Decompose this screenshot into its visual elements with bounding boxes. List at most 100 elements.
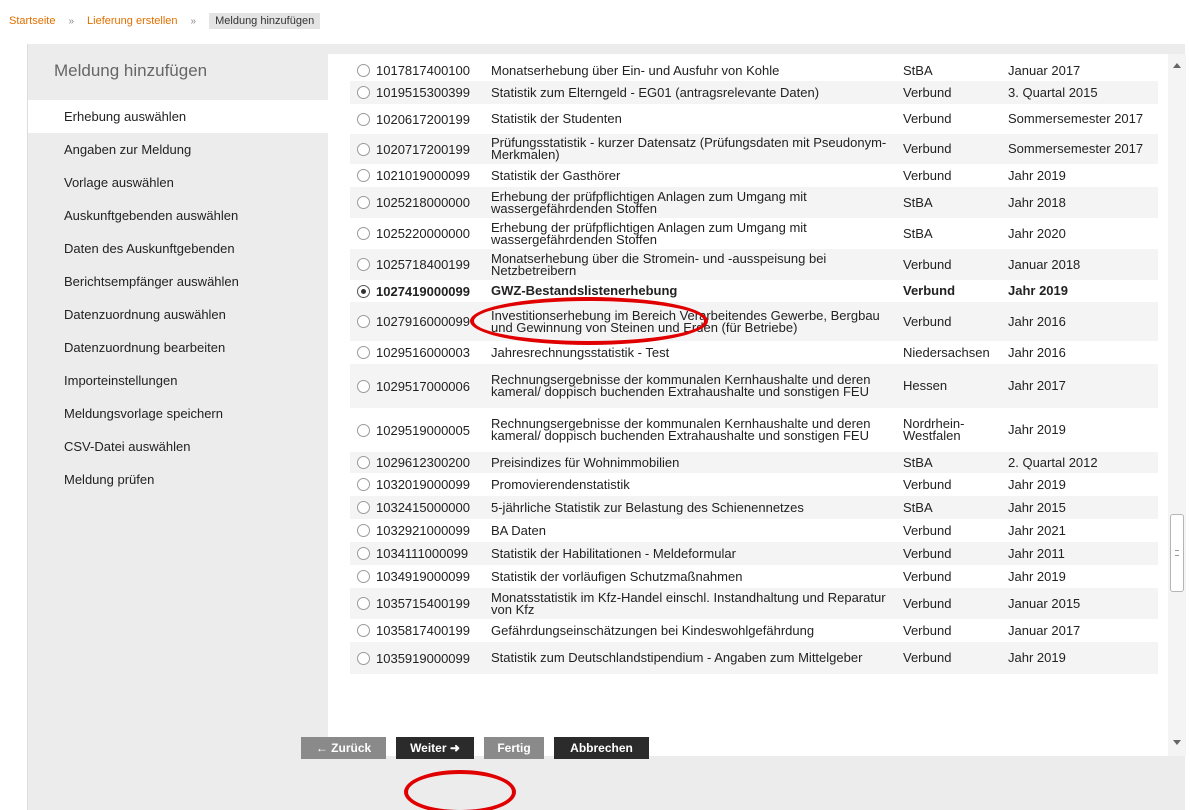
- finish-button[interactable]: Fertig: [484, 737, 544, 759]
- survey-row[interactable]: 1029612300200 Preisindizes für Wohnimmobi…: [350, 452, 1158, 473]
- survey-agency: StBA: [903, 454, 933, 470]
- survey-radio[interactable]: [357, 346, 370, 359]
- scrollbar[interactable]: [1168, 54, 1186, 756]
- step-meldung-pruefen[interactable]: Meldung prüfen: [28, 463, 328, 496]
- step-datenzuordnung-auswaehlen[interactable]: Datenzuordnung auswählen: [28, 298, 328, 331]
- survey-radio[interactable]: [357, 524, 370, 537]
- survey-period: Jahr 2020: [1008, 225, 1066, 241]
- survey-radio[interactable]: [357, 379, 370, 393]
- breadcrumb-home-link[interactable]: Startseite: [9, 15, 55, 27]
- survey-row[interactable]: 1029516000003 Jahresrechnungsstatistik - …: [350, 341, 1158, 364]
- step-erhebung-auswaehlen[interactable]: Erhebung auswählen: [28, 100, 330, 133]
- survey-period: Jahr 2019: [1008, 167, 1066, 183]
- step-importeinstellungen[interactable]: Importeinstellungen: [28, 364, 328, 397]
- survey-agency: Verbund: [903, 256, 952, 272]
- survey-row[interactable]: 1027419000099 GWZ-Bestandslistenerhebung V…: [350, 280, 1158, 302]
- survey-code: 1027916000099: [376, 314, 470, 329]
- step-daten-des-auskunftgebenden[interactable]: Daten des Auskunftgebenden: [28, 232, 328, 265]
- back-button[interactable]: ← Zurück: [301, 737, 386, 759]
- survey-row[interactable]: 1020617200199 Statistik der Studenten Verb…: [350, 104, 1158, 134]
- step-csv-datei-auswaehlen[interactable]: CSV-Datei auswählen: [28, 430, 328, 463]
- survey-row[interactable]: 1017817400100 Monatserhebung über Ein- un…: [350, 60, 1158, 81]
- step-auskunftgebenden-auswaehlen[interactable]: Auskunftgebenden auswählen: [28, 199, 328, 232]
- survey-radio[interactable]: [357, 423, 370, 437]
- survey-radio[interactable]: [357, 624, 370, 637]
- survey-code: 1021019000099: [376, 168, 470, 183]
- survey-code: 1032415000000: [376, 500, 470, 515]
- survey-row[interactable]: 1021019000099 Statistik der Gasthörer Verb…: [350, 164, 1158, 187]
- survey-radio[interactable]: [357, 86, 370, 99]
- survey-period: Jahr 2011: [1008, 545, 1065, 561]
- survey-period: Jahr 2016: [1008, 344, 1066, 360]
- survey-radio[interactable]: [357, 597, 370, 610]
- wizard-sidebar: Meldung hinzufügen Erhebung auswählen An…: [28, 44, 330, 810]
- survey-radio[interactable]: [357, 112, 370, 126]
- survey-radio[interactable]: [357, 478, 370, 491]
- survey-row[interactable]: 1035817400199 Gefährdungseinschätzungen b…: [350, 619, 1158, 642]
- survey-row[interactable]: 1025220000000 Erhebung der prüfpflichtige…: [350, 218, 1158, 249]
- step-vorlage-auswaehlen[interactable]: Vorlage auswählen: [28, 166, 328, 199]
- survey-radio[interactable]: [357, 196, 370, 209]
- survey-row[interactable]: 1035715400199 Monatsstatistik im Kfz-Hand…: [350, 588, 1158, 619]
- survey-agency: Verbund: [903, 283, 956, 298]
- survey-list-container: 1017817400100 Monatserhebung über Ein- un…: [328, 54, 1186, 756]
- survey-row[interactable]: 1019515300399 Statistik zum Elterngeld - …: [350, 81, 1158, 104]
- step-angaben-zur-meldung[interactable]: Angaben zur Meldung: [28, 133, 328, 166]
- survey-name: Prüfungsstatistik - kurzer Datensatz (Pr…: [491, 135, 887, 162]
- survey-period: Jahr 2019: [1008, 650, 1066, 665]
- survey-row[interactable]: 1027916000099 Investitionserhebung im Ber…: [350, 302, 1158, 341]
- next-button[interactable]: Weiter ➜: [396, 737, 474, 759]
- survey-row[interactable]: 1032415000000 5-jährliche Statistik zur B…: [350, 496, 1158, 519]
- survey-row[interactable]: 1032019000099 Promovierendenstatistik Verb…: [350, 473, 1158, 496]
- survey-radio[interactable]: [357, 315, 370, 328]
- scroll-thumb[interactable]: [1170, 514, 1184, 592]
- survey-row[interactable]: 1032921000099 BA Daten Verbund Jahr 2021: [350, 519, 1158, 542]
- survey-agency: Verbund: [903, 476, 952, 492]
- survey-name: Statistik der Habilitationen - Meldeform…: [491, 545, 736, 561]
- survey-row[interactable]: 1029519000005 Rechnungsergebnisse der kom…: [350, 408, 1158, 452]
- survey-radio[interactable]: [357, 651, 370, 665]
- survey-period: Jahr 2019: [1008, 283, 1068, 298]
- breadcrumb: Startseite » Lieferung erstellen » Meldu…: [9, 13, 321, 29]
- breadcrumb-parent-link[interactable]: Lieferung erstellen: [87, 15, 178, 27]
- survey-name: Monatsstatistik im Kfz-Handel einschl. I…: [491, 589, 886, 617]
- survey-radio[interactable]: [357, 64, 370, 77]
- survey-name: Promovierendenstatistik: [491, 476, 630, 492]
- survey-period: Jahr 2018: [1008, 194, 1066, 210]
- step-meldungsvorlage-speichern[interactable]: Meldungsvorlage speichern: [28, 397, 328, 430]
- survey-code: 1035817400199: [376, 623, 470, 638]
- survey-radio[interactable]: [357, 284, 370, 298]
- survey-radio[interactable]: [357, 258, 370, 271]
- wizard-panel: Meldung hinzufügen Erhebung auswählen An…: [27, 44, 1186, 810]
- survey-row[interactable]: 1025218000000 Erhebung der prüfpflichtige…: [350, 187, 1158, 218]
- survey-period: Jahr 2019: [1008, 422, 1066, 437]
- survey-name: Investitionserhebung im Bereich Verarbei…: [491, 307, 880, 335]
- survey-radio[interactable]: [357, 456, 370, 469]
- survey-code: 1020717200199: [376, 141, 470, 157]
- survey-row[interactable]: 1020717200199 Prüfungsstatistik - kurzer …: [350, 134, 1158, 164]
- survey-radio[interactable]: [357, 142, 370, 156]
- survey-radio[interactable]: [357, 570, 370, 583]
- survey-agency: Verbund: [903, 111, 952, 126]
- survey-radio[interactable]: [357, 547, 370, 560]
- scroll-down-arrow-icon[interactable]: [1173, 740, 1181, 745]
- survey-row[interactable]: 1029517000006 Rechnungsergebnisse der kom…: [350, 364, 1158, 408]
- step-datenzuordnung-bearbeiten[interactable]: Datenzuordnung bearbeiten: [28, 331, 328, 364]
- survey-radio[interactable]: [357, 227, 370, 240]
- survey-name: Rechnungsergebnisse der kommunalen Kernh…: [491, 416, 871, 443]
- survey-period: 2. Quartal 2012: [1008, 454, 1098, 470]
- survey-agency: Verbund: [903, 313, 952, 329]
- scroll-up-arrow-icon[interactable]: [1173, 63, 1181, 68]
- survey-row[interactable]: 1025718400199 Monatserhebung über die Str…: [350, 249, 1158, 280]
- survey-row[interactable]: 1034919000099 Statistik der vorläufigen S…: [350, 565, 1158, 588]
- step-berichtsempfaenger-auswaehlen[interactable]: Berichtsempfänger auswählen: [28, 265, 328, 298]
- cancel-button[interactable]: Abbrechen: [554, 737, 649, 759]
- survey-agency: Verbund: [903, 568, 952, 584]
- survey-row[interactable]: 1035919000099 Statistik zum Deutschlandst…: [350, 642, 1158, 674]
- survey-row[interactable]: 1034111000099 Statistik der Habilitatione…: [350, 542, 1158, 565]
- survey-agency: Verbund: [903, 167, 952, 183]
- survey-radio[interactable]: [357, 169, 370, 182]
- survey-code: 1027419000099: [376, 283, 470, 299]
- survey-radio[interactable]: [357, 501, 370, 514]
- survey-agency: Nordrhein-Westfalen: [903, 416, 965, 443]
